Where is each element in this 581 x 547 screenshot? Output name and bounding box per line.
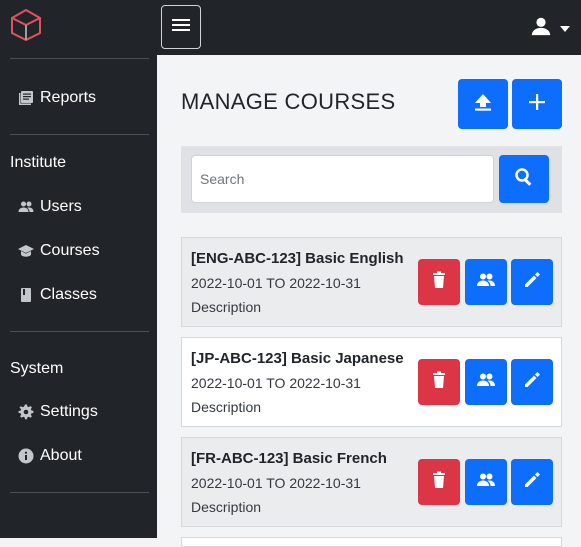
search-button[interactable] (499, 155, 549, 203)
sidebar-item-label: Users (40, 198, 82, 215)
course-card: [ENG-ABC-123] Basic English 2022-10-01 T… (181, 237, 562, 327)
book-icon (18, 287, 34, 303)
caret-down-icon (560, 19, 570, 37)
sidebar-item-about[interactable]: About (18, 444, 82, 468)
course-description: Description (191, 399, 262, 415)
users-icon (18, 199, 34, 215)
cube-logo-icon (10, 8, 42, 42)
trash-icon (429, 270, 449, 295)
trash-icon (429, 470, 449, 495)
course-dates: 2022-10-01 TO 2022-10-31 (191, 475, 361, 491)
manage-students-button[interactable] (465, 359, 507, 405)
course-card: [FR-ABC-123] Basic French 2022-10-01 TO … (181, 437, 562, 527)
info-icon (18, 448, 34, 464)
pencil-icon (522, 370, 542, 395)
sidebar-item-label: Reports (40, 89, 97, 106)
page-title: MANAGE COURSES (181, 89, 396, 114)
users-icon (476, 470, 496, 495)
sidebar-item-settings[interactable]: Settings (18, 400, 98, 424)
search-icon (514, 167, 534, 192)
sidebar-item-label: Classes (40, 286, 97, 303)
manage-students-button[interactable] (465, 259, 507, 305)
course-card: [JP-ABC-123] Basic Japanese 2022-10-01 T… (181, 337, 562, 427)
sidebar-item-label: Courses (40, 242, 100, 259)
sidebar-divider (10, 134, 149, 135)
search-panel (181, 146, 562, 213)
delete-button[interactable] (418, 359, 460, 405)
sidebar-divider (10, 331, 149, 332)
users-icon (476, 370, 496, 395)
pencil-icon (522, 470, 542, 495)
sidebar-divider (10, 492, 149, 493)
delete-button[interactable] (418, 459, 460, 505)
sidebar-divider (10, 58, 149, 59)
section-title-institute: Institute (10, 154, 67, 171)
course-dates: 2022-10-01 TO 2022-10-31 (191, 275, 361, 291)
hamburger-menu-button[interactable] (161, 5, 201, 49)
section-title-system: System (10, 360, 64, 377)
edit-button[interactable] (511, 459, 553, 505)
manage-students-button[interactable] (465, 459, 507, 505)
add-course-button[interactable] (512, 79, 562, 129)
users-icon (476, 270, 496, 295)
upload-button[interactable] (458, 79, 508, 129)
sidebar-item-classes[interactable]: Classes (18, 283, 97, 307)
edit-button[interactable] (511, 259, 553, 305)
sidebar: Reports Institute Users Courses Classes … (0, 55, 157, 538)
upload-icon (473, 92, 493, 117)
trash-icon (429, 370, 449, 395)
sidebar-item-courses[interactable]: Courses (18, 239, 100, 263)
user-menu-button[interactable] (530, 14, 578, 42)
course-title: [ENG-ABC-123] Basic English (191, 250, 404, 267)
pencil-icon (522, 270, 542, 295)
plus-icon (528, 93, 546, 116)
course-title: [JP-ABC-123] Basic Japanese (191, 350, 404, 367)
user-icon (530, 15, 552, 42)
course-dates: 2022-10-01 TO 2022-10-31 (191, 375, 361, 391)
hamburger-icon (171, 17, 191, 38)
sidebar-item-label: Settings (40, 403, 98, 420)
gear-icon (18, 404, 34, 420)
sidebar-item-users[interactable]: Users (18, 195, 82, 219)
main-content: MANAGE COURSES [ENG-ABC-123] Basic Engli… (157, 55, 581, 547)
course-title: [FR-ABC-123] Basic French (191, 450, 387, 467)
course-description: Description (191, 299, 262, 315)
sidebar-item-label: About (40, 447, 82, 464)
course-card (181, 537, 562, 547)
course-description: Description (191, 499, 262, 515)
search-input[interactable] (191, 155, 494, 203)
graduation-cap-icon (18, 243, 34, 259)
top-navbar (0, 0, 581, 55)
sidebar-item-reports[interactable]: Reports (18, 86, 96, 110)
edit-button[interactable] (511, 359, 553, 405)
reports-icon (18, 90, 34, 106)
delete-button[interactable] (418, 259, 460, 305)
